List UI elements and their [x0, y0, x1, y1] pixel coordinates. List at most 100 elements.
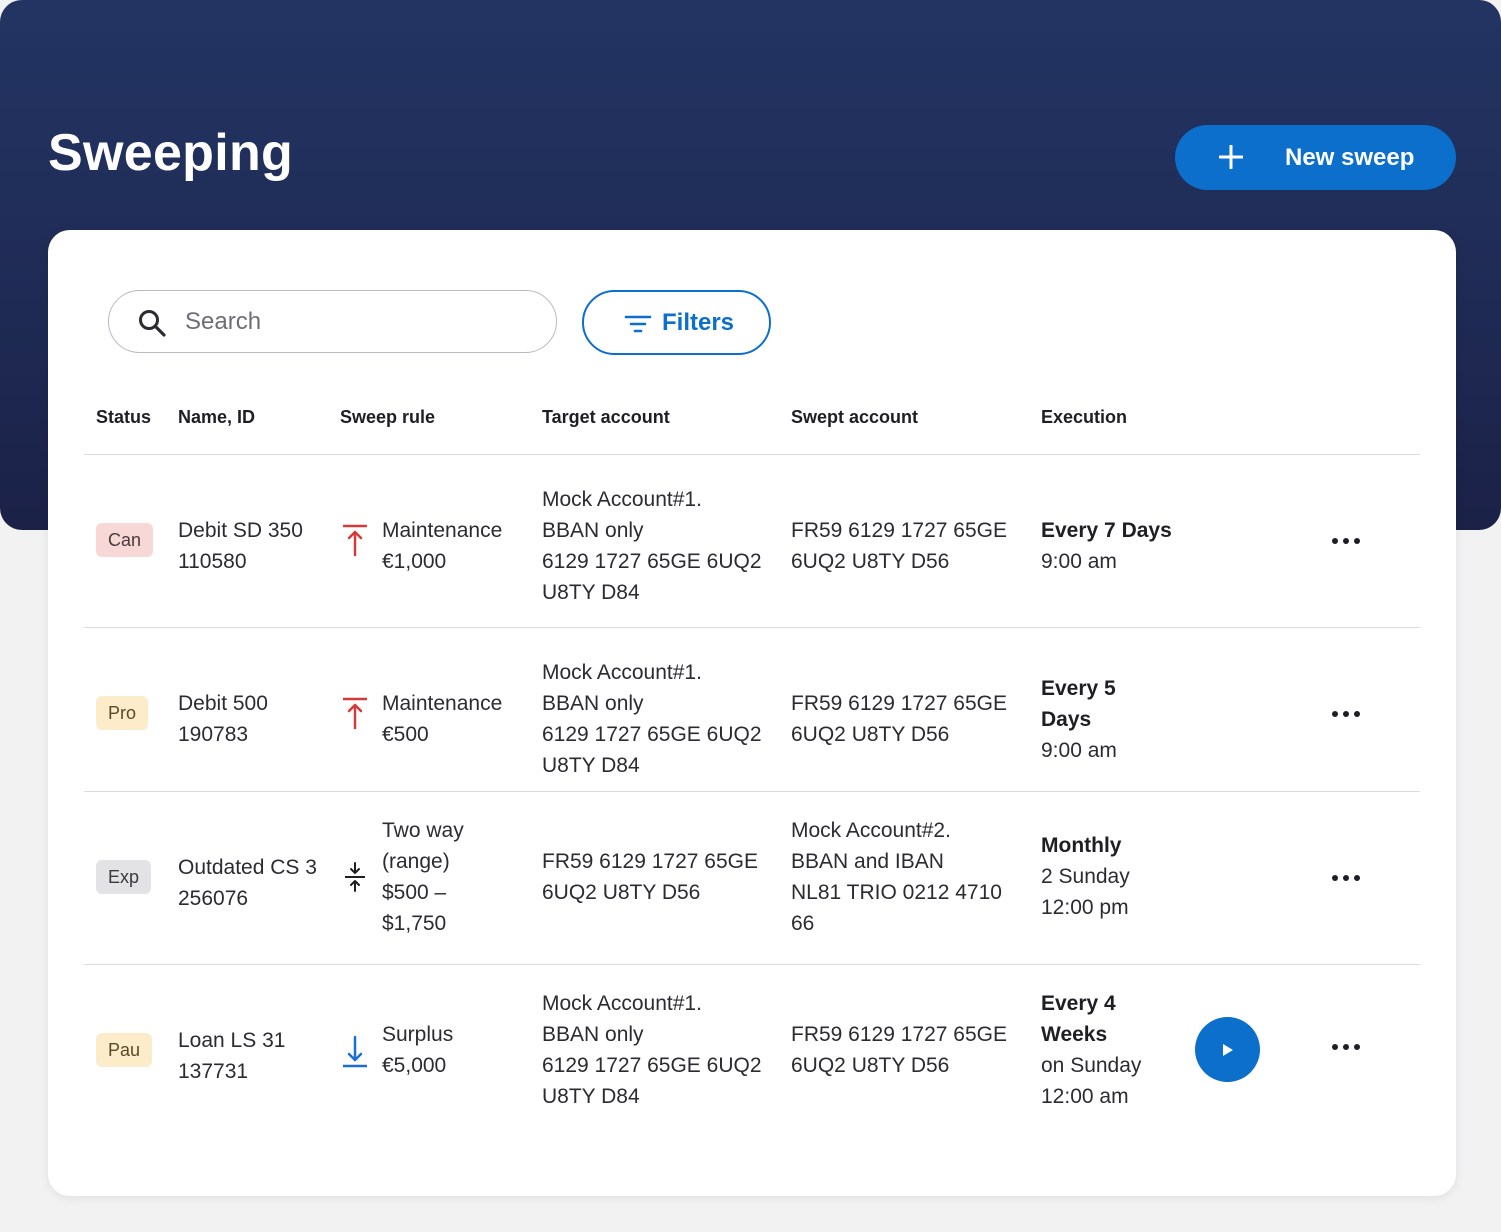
- target-account-line: BBAN only: [542, 519, 644, 542]
- sweep-id: 110580: [178, 550, 247, 573]
- arrow-up-to-bar-icon: [343, 697, 367, 730]
- execution-time: 9:00 am: [1041, 739, 1117, 762]
- plus-icon: [1219, 145, 1243, 169]
- execution-cell: Every 7 Days 9:00 am: [1041, 515, 1172, 577]
- play-icon: [1223, 1044, 1233, 1056]
- target-account-line: Mock Account#1.: [542, 992, 702, 1015]
- sweep-name-cell: Outdated CS 3 256076: [178, 852, 317, 914]
- sweep-rule-cell: Two way (range) $500 – $1,750: [382, 815, 464, 939]
- execution-time: 12:00 am: [1041, 1085, 1129, 1108]
- swept-account-cell: FR59 6129 1727 65GE 6UQ2 U8TY D56: [791, 1019, 1007, 1081]
- status-badge: Can: [96, 523, 154, 557]
- target-account-cell: Mock Account#1. BBAN only 6129 1727 65GE…: [542, 484, 762, 608]
- target-account-line: 6129 1727 65GE 6UQ2: [542, 723, 762, 746]
- sweeps-card: Filters Status Name, ID Sweep rule Targe…: [48, 230, 1456, 1196]
- target-account-line: Mock Account#1.: [542, 488, 702, 511]
- column-header-status[interactable]: Status: [96, 406, 151, 428]
- execution-frequency: Every 4: [1041, 992, 1116, 1015]
- more-actions-icon[interactable]: [1328, 531, 1364, 551]
- sweep-rule-type: Maintenance: [382, 519, 503, 542]
- target-account-line: 6129 1727 65GE 6UQ2: [542, 1054, 762, 1077]
- execution-frequency: Every 7 Days: [1041, 519, 1172, 542]
- target-account-line: BBAN only: [542, 692, 644, 715]
- target-account-line: U8TY D84: [542, 581, 640, 604]
- execution-time: 12:00 pm: [1041, 896, 1129, 919]
- column-header-sweep-rule[interactable]: Sweep rule: [340, 406, 435, 428]
- table-row[interactable]: Exp Outdated CS 3 256076 Two way (range)…: [48, 792, 1456, 964]
- status-badge: Pau: [96, 1033, 153, 1067]
- sweep-rule-type: (range): [382, 850, 450, 873]
- sweep-rule-type: Surplus: [382, 1023, 454, 1046]
- more-actions-icon[interactable]: [1328, 1037, 1364, 1057]
- execution-cell: Every 4 Weeks on Sunday 12:00 am: [1041, 988, 1141, 1112]
- column-header-swept-account[interactable]: Swept account: [791, 406, 918, 428]
- status-badge: Exp: [96, 860, 152, 894]
- two-way-range-icon: [345, 862, 365, 892]
- swept-account-line: FR59 6129 1727 65GE: [791, 1023, 1007, 1046]
- target-account-cell: FR59 6129 1727 65GE 6UQ2 U8TY D56: [542, 846, 758, 908]
- execution-frequency: Monthly: [1041, 834, 1122, 857]
- target-account-line: U8TY D84: [542, 1085, 640, 1108]
- swept-account-line: 6UQ2 U8TY D56: [791, 723, 950, 746]
- search-box[interactable]: [108, 290, 557, 353]
- sweep-rule-amount: $1,750: [382, 912, 447, 935]
- execution-day: 2 Sunday: [1041, 865, 1130, 888]
- target-account-line: 6129 1727 65GE 6UQ2: [542, 550, 762, 573]
- new-sweep-button[interactable]: New sweep: [1175, 125, 1456, 190]
- swept-account-line: NL81 TRIO 0212 4710: [791, 881, 1002, 904]
- more-actions-icon[interactable]: [1328, 704, 1364, 724]
- column-header-target-account[interactable]: Target account: [542, 406, 670, 428]
- sweep-id: 137731: [178, 1060, 249, 1083]
- execution-cell: Monthly 2 Sunday 12:00 pm: [1041, 830, 1130, 923]
- more-actions-icon[interactable]: [1328, 868, 1364, 888]
- arrow-down-to-bar-icon: [343, 1035, 367, 1068]
- sweep-rule-amount: €1,000: [382, 550, 447, 573]
- table-row[interactable]: Pau Loan LS 31 137731 Surplus €5,000 Moc…: [48, 965, 1456, 1137]
- new-sweep-label: New sweep: [1285, 144, 1415, 171]
- column-header-name[interactable]: Name, ID: [178, 406, 255, 428]
- arrow-up-to-bar-icon: [343, 524, 367, 557]
- swept-account-line: 6UQ2 U8TY D56: [791, 550, 950, 573]
- execution-cell: Every 5 Days 9:00 am: [1041, 673, 1117, 766]
- sweep-rule-cell: Maintenance €1,000: [382, 515, 502, 577]
- sweep-name: Debit SD 350: [178, 519, 303, 542]
- sweep-rule-amount: €500: [382, 723, 429, 746]
- target-account-line: U8TY D84: [542, 754, 640, 777]
- table-row[interactable]: Can Debit SD 350 110580 Maintenance €1,0…: [48, 455, 1456, 627]
- sweep-id: 256076: [178, 887, 249, 910]
- page-title: Sweeping: [48, 124, 294, 182]
- swept-account-line: 6UQ2 U8TY D56: [791, 1054, 950, 1077]
- sweep-name: Loan LS 31: [178, 1029, 286, 1052]
- search-input[interactable]: [185, 303, 525, 341]
- sweep-name-cell: Loan LS 31 137731: [178, 1025, 285, 1087]
- sweep-rule-type: Two way: [382, 819, 464, 842]
- target-account-line: 6UQ2 U8TY D56: [542, 881, 701, 904]
- column-header-execution[interactable]: Execution: [1041, 406, 1127, 428]
- sweep-rule-amount: $500 –: [382, 881, 447, 904]
- execution-time: 9:00 am: [1041, 550, 1117, 573]
- filters-button[interactable]: Filters: [582, 290, 771, 355]
- sweep-rule-type: Maintenance: [382, 692, 503, 715]
- sweep-rule-cell: Surplus €5,000: [382, 1019, 453, 1081]
- execution-frequency: Days: [1041, 708, 1092, 731]
- target-account-line: BBAN only: [542, 1023, 644, 1046]
- filters-label: Filters: [662, 309, 735, 336]
- swept-account-line: FR59 6129 1727 65GE: [791, 519, 1007, 542]
- swept-account-line: 66: [791, 912, 815, 935]
- target-account-line: FR59 6129 1727 65GE: [542, 850, 758, 873]
- swept-account-cell: FR59 6129 1727 65GE 6UQ2 U8TY D56: [791, 515, 1007, 577]
- sweep-name: Outdated CS 3: [178, 856, 317, 879]
- swept-account-line: BBAN and IBAN: [791, 850, 944, 873]
- execution-frequency: Every 5: [1041, 677, 1116, 700]
- execution-frequency: Weeks: [1041, 1023, 1108, 1046]
- resume-button[interactable]: [1195, 1017, 1260, 1082]
- swept-account-cell: Mock Account#2. BBAN and IBAN NL81 TRIO …: [791, 815, 1002, 939]
- swept-account-cell: FR59 6129 1727 65GE 6UQ2 U8TY D56: [791, 688, 1007, 750]
- table-row[interactable]: Pro Debit 500 190783 Maintenance €500 Mo…: [48, 628, 1456, 791]
- status-badge: Pro: [96, 696, 149, 730]
- sweep-rule-cell: Maintenance €500: [382, 688, 502, 750]
- sweep-id: 190783: [178, 723, 249, 746]
- target-account-cell: Mock Account#1. BBAN only 6129 1727 65GE…: [542, 657, 762, 781]
- execution-day: on Sunday: [1041, 1054, 1142, 1077]
- swept-account-line: FR59 6129 1727 65GE: [791, 692, 1007, 715]
